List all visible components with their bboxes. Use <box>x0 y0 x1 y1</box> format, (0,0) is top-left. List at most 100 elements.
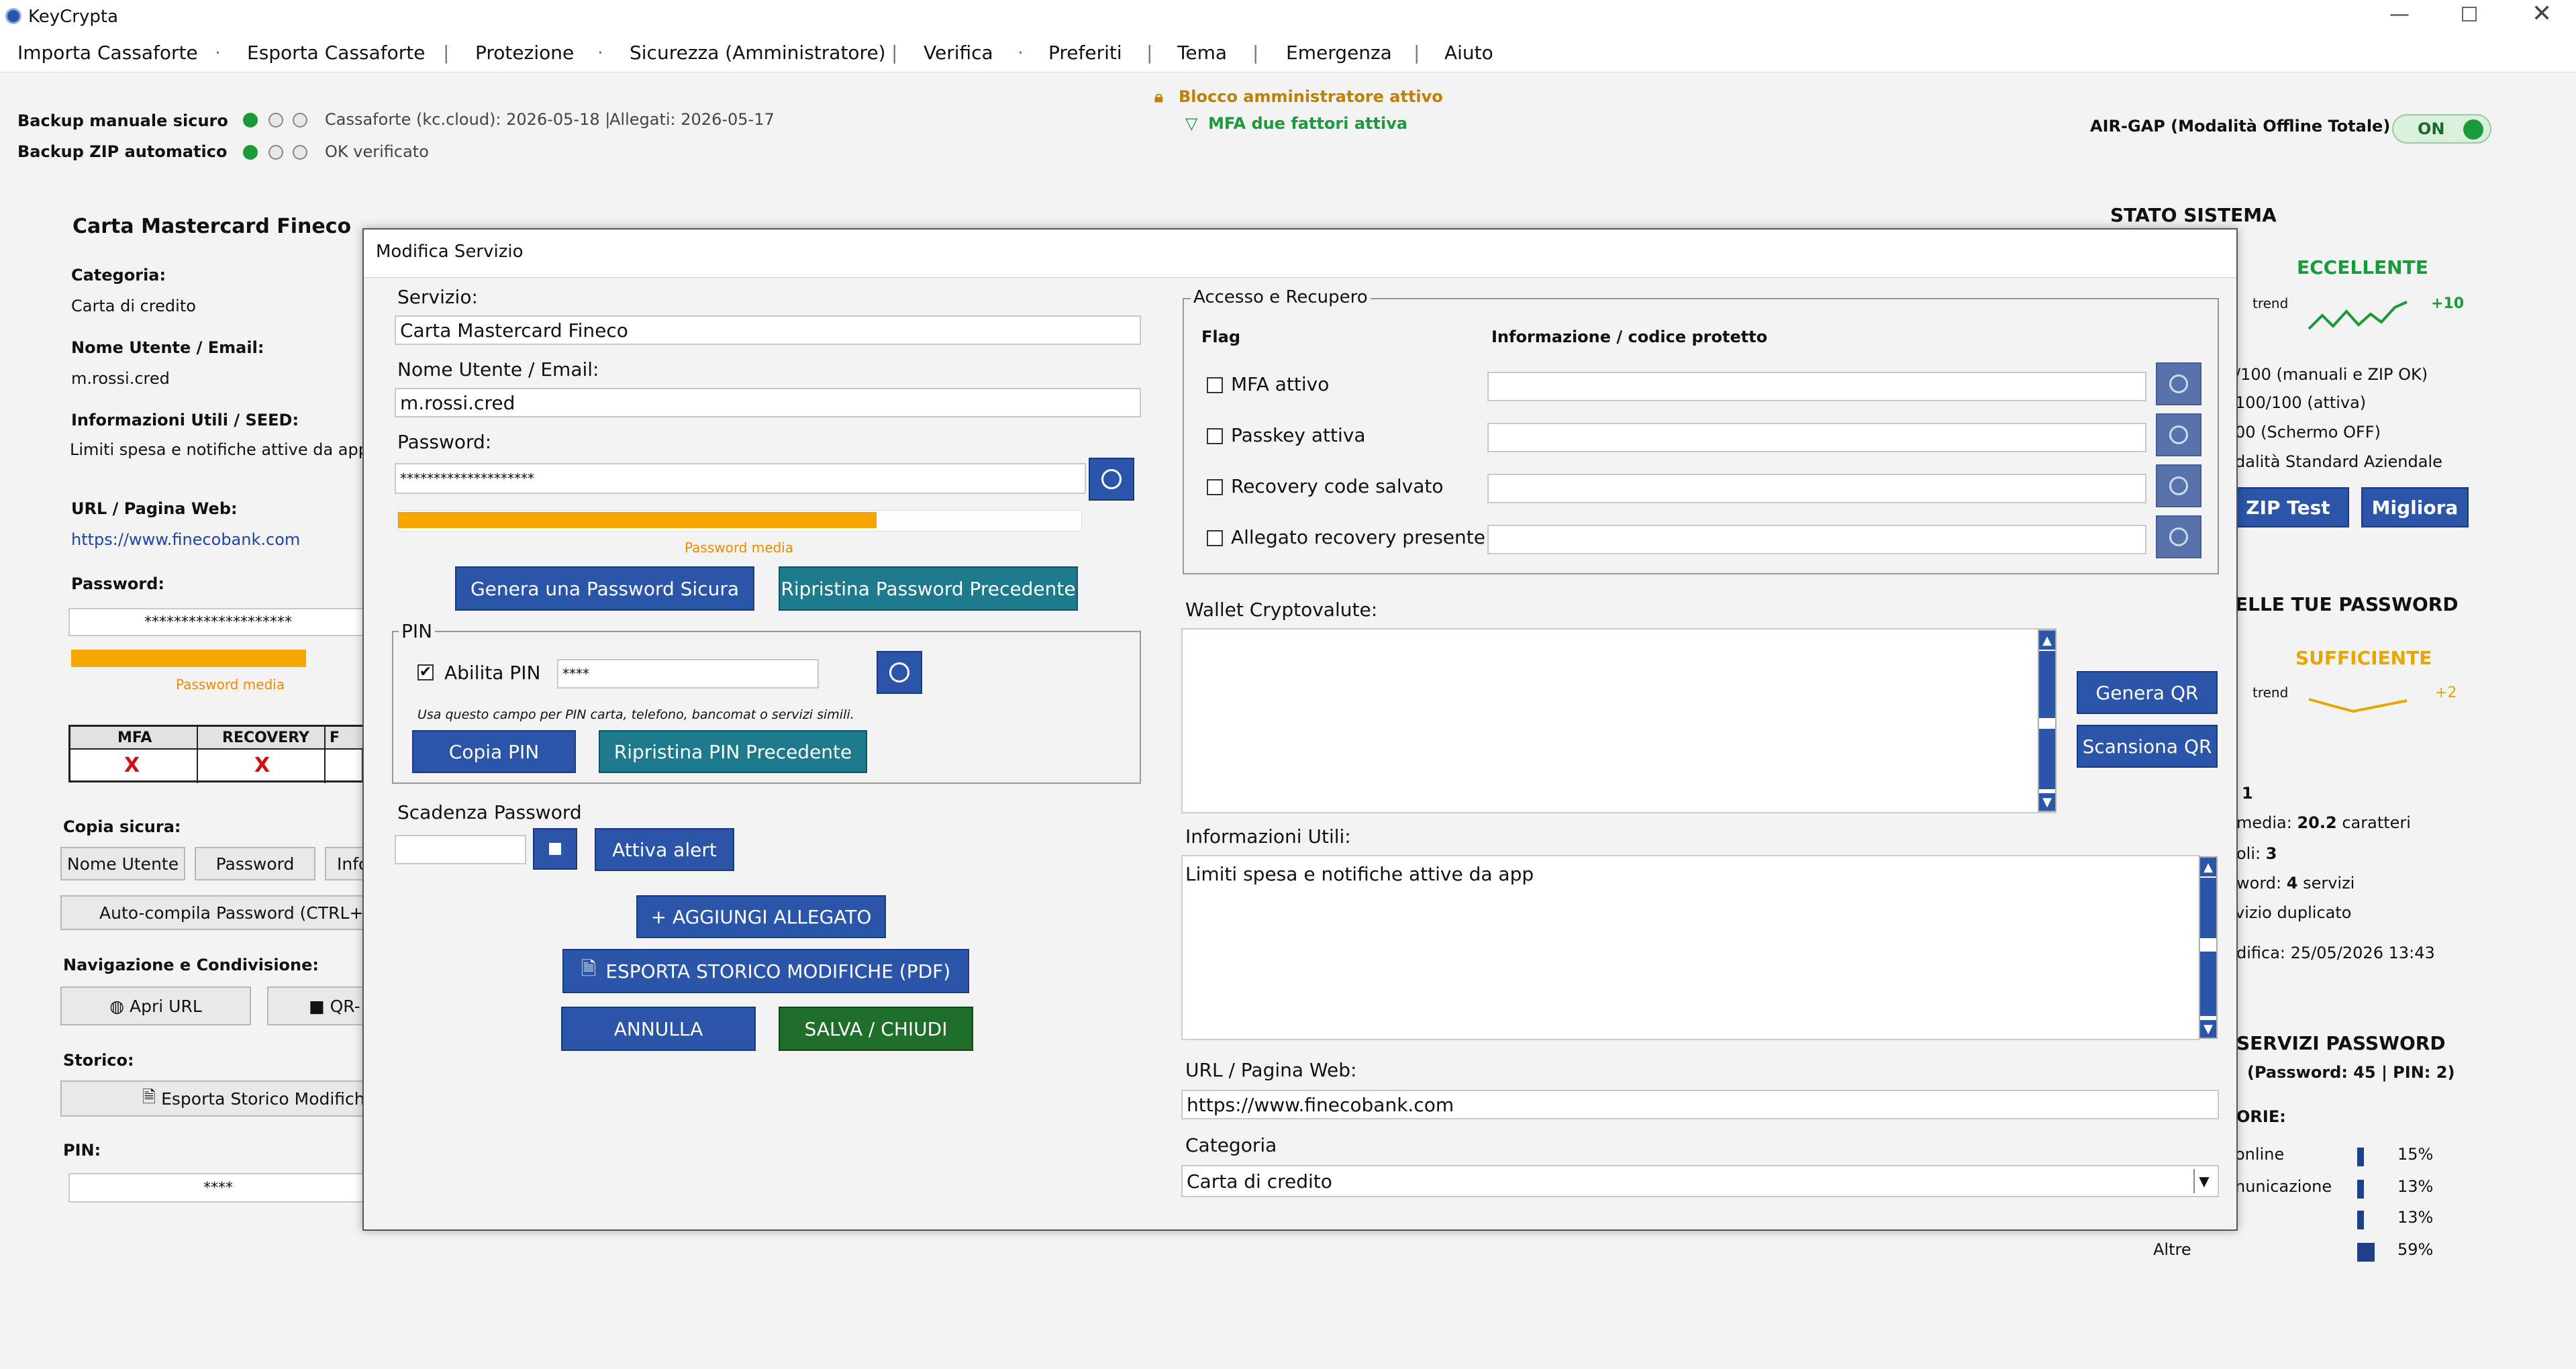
flag-info-input[interactable] <box>1487 525 2146 554</box>
url-input[interactable]: https://www.finecobank.com <box>1181 1090 2219 1119</box>
minimize-icon[interactable]: — <box>2389 3 2410 26</box>
status-line-2: 100/100 (attiva) <box>2235 393 2367 412</box>
close-icon[interactable]: ✕ <box>2532 0 2552 28</box>
category-label: Categoria: <box>71 266 166 285</box>
stat-dup: vizio duplicato <box>2235 903 2352 922</box>
service-input[interactable]: Carta Mastercard Fineco <box>395 315 1141 345</box>
flag-checkbox[interactable] <box>1207 479 1223 495</box>
category-pct: 59% <box>2397 1240 2434 1259</box>
copy-password-button[interactable]: Password <box>195 847 315 880</box>
calendar-button[interactable] <box>533 828 577 870</box>
globe-icon: ◍ <box>109 996 125 1016</box>
restore-password-button[interactable]: Ripristina Password Precedente <box>779 566 1078 611</box>
flag-info-input[interactable] <box>1487 372 2146 401</box>
menu-sicurezza[interactable]: Sicurezza (Amministratore) <box>630 42 886 64</box>
stat-word: word: 4 servizi <box>2236 874 2355 893</box>
autofill-button[interactable]: Auto-compila Password (CTRL+A <box>60 895 383 930</box>
flag-checkbox[interactable] <box>1207 377 1223 393</box>
airgap-toggle[interactable]: ON <box>2392 114 2491 144</box>
copy-label: Copia sicura: <box>63 817 181 836</box>
pin-input[interactable]: **** <box>557 659 819 689</box>
add-attachment-button[interactable]: + AGGIUNGI ALLEGATO <box>636 895 886 938</box>
zip-test-button[interactable]: ZIP Test <box>2227 487 2349 527</box>
toggle-flag-visibility-button[interactable] <box>2156 464 2201 507</box>
backup-manual-attach: Allegati: 2026-05-17 <box>609 110 775 129</box>
flag-label: Passkey attiva <box>1231 424 1366 446</box>
status-line-3: 00 (Schermo OFF) <box>2235 423 2381 442</box>
wallet-scrollbar[interactable]: ▲ ▼ <box>2038 629 2057 812</box>
restore-pin-button[interactable]: Ripristina PIN Precedente <box>599 730 867 773</box>
stat-soli: oli: 3 <box>2236 844 2277 863</box>
toggle-flag-visibility-button[interactable] <box>2156 413 2201 456</box>
category-value: Carta di credito <box>71 297 196 315</box>
status-line-1: /100 (manuali e ZIP OK) <box>2235 365 2428 384</box>
dialog-titlebar: Modifica Servizio <box>364 230 2236 278</box>
export-history-left-button[interactable]: 🗎︎ Esporta Storico Modifich <box>60 1080 383 1117</box>
url-link[interactable]: https://www.finecobank.com <box>71 530 300 549</box>
dialog-info-label: Informazioni Utili: <box>1185 825 1351 848</box>
user-input[interactable]: m.rossi.cred <box>395 388 1141 417</box>
calendar-icon <box>549 843 561 855</box>
categories-title: ORIE: <box>2236 1107 2286 1126</box>
info-textarea[interactable]: Limiti spesa e notifiche attive da app <box>1181 855 2200 1040</box>
url-label: URL / Pagina Web: <box>71 499 238 518</box>
menu-emergenza[interactable]: Emergenza <box>1286 42 1392 64</box>
info-scrollbar[interactable]: ▲ ▼ <box>2199 856 2218 1039</box>
category-name: nunicazione <box>2235 1177 2332 1196</box>
system-rating: ECCELLENTE <box>2297 256 2428 278</box>
flag-checkbox[interactable] <box>1207 530 1223 546</box>
menu-tema[interactable]: Tema <box>1177 42 1227 64</box>
toggle-password-visibility-button[interactable] <box>1089 458 1134 501</box>
category-bar <box>2357 1211 2364 1229</box>
password-strength-fill <box>398 512 877 528</box>
left-strength-bar <box>71 650 306 667</box>
improve-button[interactable]: Migliora <box>2361 487 2469 527</box>
admin-lock-status: Blocco amministratore attivo <box>1179 87 1443 106</box>
wallet-textarea[interactable] <box>1181 628 2057 813</box>
open-url-button[interactable]: ◍ Apri URL <box>60 986 251 1025</box>
backup-manual-info: Cassaforte (kc.cloud): 2026-05-18 | <box>325 110 611 129</box>
category-name: Altre <box>2153 1240 2191 1259</box>
generate-qr-button[interactable]: Genera QR <box>2077 671 2218 714</box>
status-line-4: dalità Standard Aziendale <box>2235 452 2442 471</box>
eye-icon <box>1101 469 1122 489</box>
dialog-title: Modifica Servizio <box>376 242 524 262</box>
menu-preferiti[interactable]: Preferiti <box>1048 42 1122 64</box>
trend-sparkline-good <box>2308 301 2408 330</box>
flag-label: Recovery code salvato <box>1231 475 1444 497</box>
detail-title: Carta Mastercard Fineco <box>72 215 352 238</box>
flag-info-input[interactable] <box>1487 474 2146 503</box>
toggle-flag-visibility-button[interactable] <box>2156 515 2201 558</box>
mfa-flag-x: X <box>124 754 140 777</box>
export-history-pdf-button[interactable]: 🗎︎ ESPORTA STORICO MODIFICHE (PDF) <box>562 949 969 993</box>
stat-mod: difica: 25/05/2026 13:43 <box>2236 944 2435 962</box>
menu-verifica[interactable]: Verifica <box>924 42 993 64</box>
category-select[interactable]: Carta di credito ▼ <box>1181 1165 2219 1197</box>
copy-pin-button[interactable]: Copia PIN <box>412 730 576 773</box>
flag-checkbox[interactable] <box>1207 428 1223 444</box>
scan-qr-button[interactable]: Scansiona QR <box>2077 725 2218 768</box>
toggle-flag-visibility-button[interactable] <box>2156 362 2201 405</box>
menu-esporta[interactable]: Esporta Cassaforte <box>247 42 425 64</box>
cancel-button[interactable]: ANNULLA <box>561 1007 756 1051</box>
copy-username-button[interactable]: Nome Utente <box>60 847 185 880</box>
flag-info-input[interactable] <box>1487 423 2146 452</box>
category-bar <box>2357 1148 2364 1166</box>
toggle-pin-visibility-button[interactable] <box>877 651 922 694</box>
flag-label: MFA attivo <box>1231 373 1330 395</box>
shield-icon: ▽ <box>1185 114 1198 133</box>
password-input[interactable]: ******************** <box>395 463 1086 494</box>
pw-trend-delta: +2 <box>2435 684 2457 701</box>
enable-pin-checkbox[interactable]: ✔ <box>417 664 434 680</box>
menu-importa[interactable]: Importa Cassaforte <box>17 42 198 64</box>
maximize-icon[interactable] <box>2462 7 2477 21</box>
expiry-date-input[interactable] <box>395 835 526 864</box>
save-close-button[interactable]: SALVA / CHIUDI <box>779 1007 973 1051</box>
eye-icon <box>2169 425 2188 444</box>
generate-password-button[interactable]: Genera una Password Sicura <box>455 566 754 611</box>
window-title: KeyCrypta <box>28 7 118 27</box>
dialog-user-label: Nome Utente / Email: <box>397 358 599 381</box>
activate-alert-button[interactable]: Attiva alert <box>595 828 734 871</box>
menu-aiuto[interactable]: Aiuto <box>1444 42 1493 64</box>
menu-protezione[interactable]: Protezione <box>475 42 574 64</box>
